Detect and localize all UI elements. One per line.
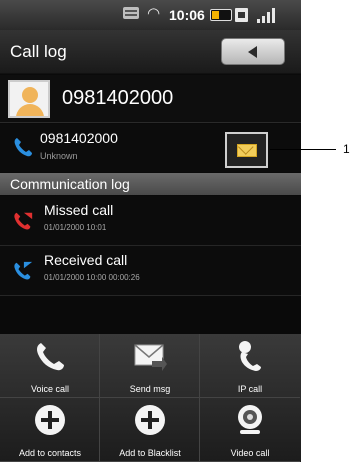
ip-call-button[interactable]: IP call xyxy=(200,334,300,398)
back-button[interactable] xyxy=(221,38,285,65)
missed-call-icon xyxy=(14,212,33,230)
action-label: Add to contacts xyxy=(18,448,82,458)
phone-icon xyxy=(14,138,32,157)
avatar-body xyxy=(16,104,44,116)
avatar-head xyxy=(22,87,38,103)
send-message-icon xyxy=(134,344,167,371)
status-time: 10:06 xyxy=(169,7,205,23)
title-bar: Call log xyxy=(0,30,301,74)
action-grid: Voice call Send msg IP call Add to conta… xyxy=(0,334,301,462)
signal-icon xyxy=(257,7,279,23)
contact-number: 0981402000 xyxy=(62,87,174,109)
avatar[interactable] xyxy=(8,80,50,118)
received-call-icon xyxy=(14,261,33,280)
send-message-button[interactable] xyxy=(225,132,268,168)
log-title: Received call xyxy=(44,252,128,268)
log-title: Missed call xyxy=(44,202,114,218)
video-call-button[interactable]: Video call xyxy=(200,398,300,462)
webcam-icon xyxy=(238,405,262,434)
back-arrow-icon xyxy=(248,46,257,58)
phone-handset-icon xyxy=(37,343,64,371)
section-header: Communication log xyxy=(0,173,301,195)
contact-header: 0981402000 xyxy=(0,75,301,123)
action-label: Add to Blacklist xyxy=(119,448,181,458)
battery-icon xyxy=(210,9,232,21)
voice-call-button[interactable]: Voice call xyxy=(0,334,100,398)
callout-line xyxy=(270,149,336,150)
phone-screen: ◠ 10:06 Call log 0981402000 0981402000 U… xyxy=(0,0,301,462)
page-title: Call log xyxy=(10,42,67,61)
section-title: Communication log xyxy=(10,176,130,192)
add-to-contacts-button[interactable]: Add to contacts xyxy=(0,398,100,462)
number-location: Unknown xyxy=(40,151,78,161)
log-item-missed[interactable]: Missed call 01/01/2000 10:01 xyxy=(0,196,301,246)
log-meta: 01/01/2000 10:01 xyxy=(44,223,107,232)
action-label: Video call xyxy=(230,448,270,458)
action-label: Send msg xyxy=(129,384,171,394)
log-meta: 01/01/2000 10:00 00:00:26 xyxy=(44,273,140,282)
action-label: Voice call xyxy=(30,384,70,394)
action-label: IP call xyxy=(237,384,263,394)
message-icon xyxy=(123,7,139,19)
sim-icon xyxy=(235,8,248,22)
ip-call-icon xyxy=(239,341,261,371)
send-msg-button[interactable]: Send msg xyxy=(100,334,200,398)
callout-label: 1 xyxy=(343,142,350,156)
envelope-icon xyxy=(237,144,257,157)
status-bar: ◠ 10:06 xyxy=(0,0,301,30)
wifi-icon: ◠ xyxy=(147,4,161,22)
log-item-received[interactable]: Received call 01/01/2000 10:00 00:00:26 xyxy=(0,246,301,296)
number-label: 0981402000 xyxy=(40,130,118,146)
empty-area xyxy=(0,296,301,334)
add-icon xyxy=(135,405,165,435)
add-icon xyxy=(35,405,65,435)
add-to-blacklist-button[interactable]: Add to Blacklist xyxy=(100,398,200,462)
